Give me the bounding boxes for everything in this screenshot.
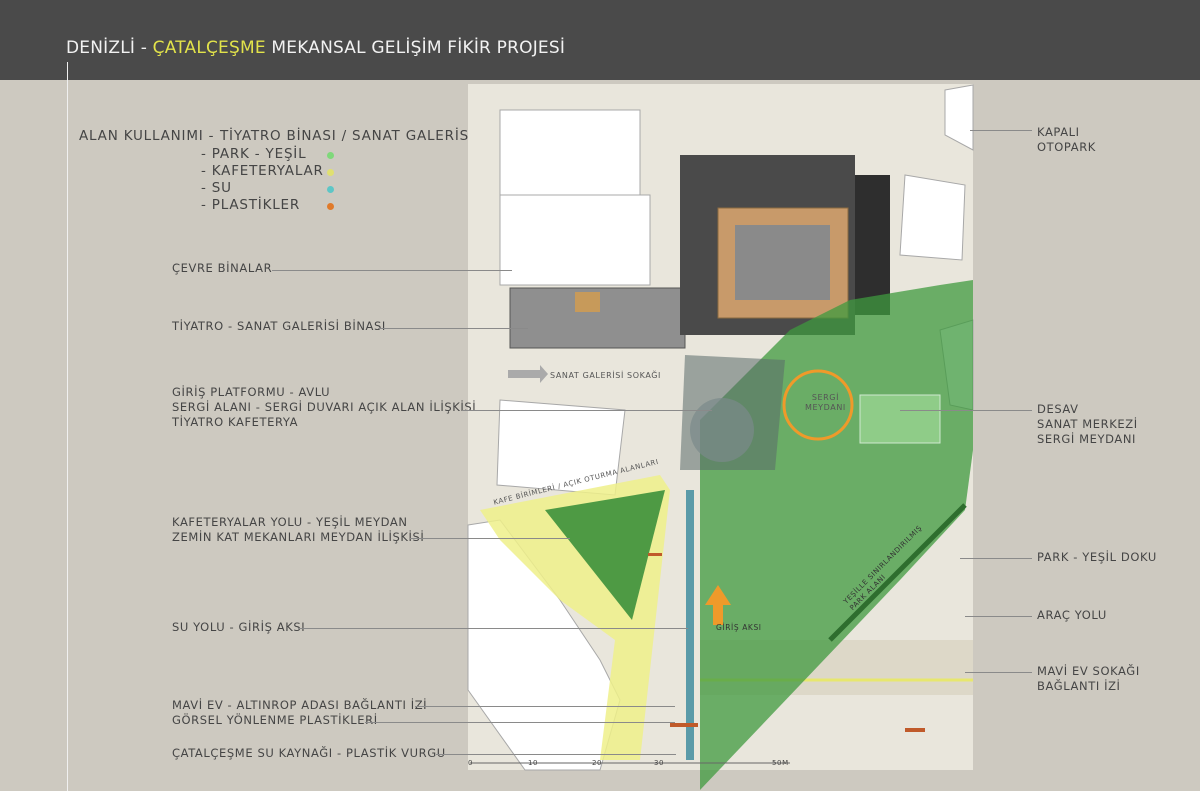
water-channel [686,490,694,760]
label-theatre-gallery: TİYATRO - SANAT GALERİSİ BİNASI [172,319,386,333]
exhibition-square-label: SERGİ MEYDANI [805,393,846,412]
label-water-source: ÇATALÇEŞME SU KAYNAĞI - PLASTİK VURGU [172,746,446,760]
leader-line [272,270,512,271]
theatre-seating [735,225,830,300]
label-vehicle-road: ARAÇ YOLU [1037,608,1107,622]
label-blue-house: MAVİ EV - ALTINROP ADASI BAĞLANTI İZİ GÖ… [172,698,428,727]
label-entry-platform: GİRİŞ PLATFORMU - AVLU SERGİ ALANI - SER… [172,385,477,429]
scale-tick: 30 [654,759,665,767]
label-surrounding-buildings: ÇEVRE BİNALAR [172,261,273,275]
plastic-accent [905,728,925,732]
leader-line [298,628,688,629]
label-desav: DESAV SANAT MERKEZİ SERGİ MEYDANI [1037,402,1138,446]
label-blue-house-street: MAVİ EV SOKAĞI BAĞLANTI İZİ [1037,664,1140,693]
leader-line [900,410,1032,411]
plastic-accent [670,723,698,727]
scale-tick: 20 [592,759,603,767]
leader-line [960,558,1032,559]
entrance-axis-label: GİRİŞ AKSI [716,623,762,632]
gallery-street-label: SANAT GALERİSİ SOKAĞI [550,371,662,380]
desav-square [859,394,941,444]
gallery-room [575,292,600,312]
scale-tick: 0 [468,759,474,767]
leader-line [378,328,528,329]
leader-line [365,722,675,723]
leader-line [436,754,676,755]
leader-line [965,616,1032,617]
label-cafe-road: KAFETERYALAR YOLU - YEŞİL MEYDAN ZEMİN K… [172,515,425,544]
leader-line [965,672,1032,673]
scale-tick: 10 [528,759,539,767]
stage-tower [855,175,890,315]
plastic-accent [648,553,662,556]
platform-tree [690,398,754,462]
label-parking: KAPALI OTOPARK [1037,125,1096,154]
scale-tick: 50M [772,759,789,767]
label-park-green: PARK - YEŞİL DOKU [1037,550,1157,564]
leader-line [415,706,675,707]
leader-line [970,130,1032,131]
leader-line [462,410,712,411]
leader-line [410,538,570,539]
label-water-axis: SU YOLU - GİRİŞ AKSI [172,620,306,634]
